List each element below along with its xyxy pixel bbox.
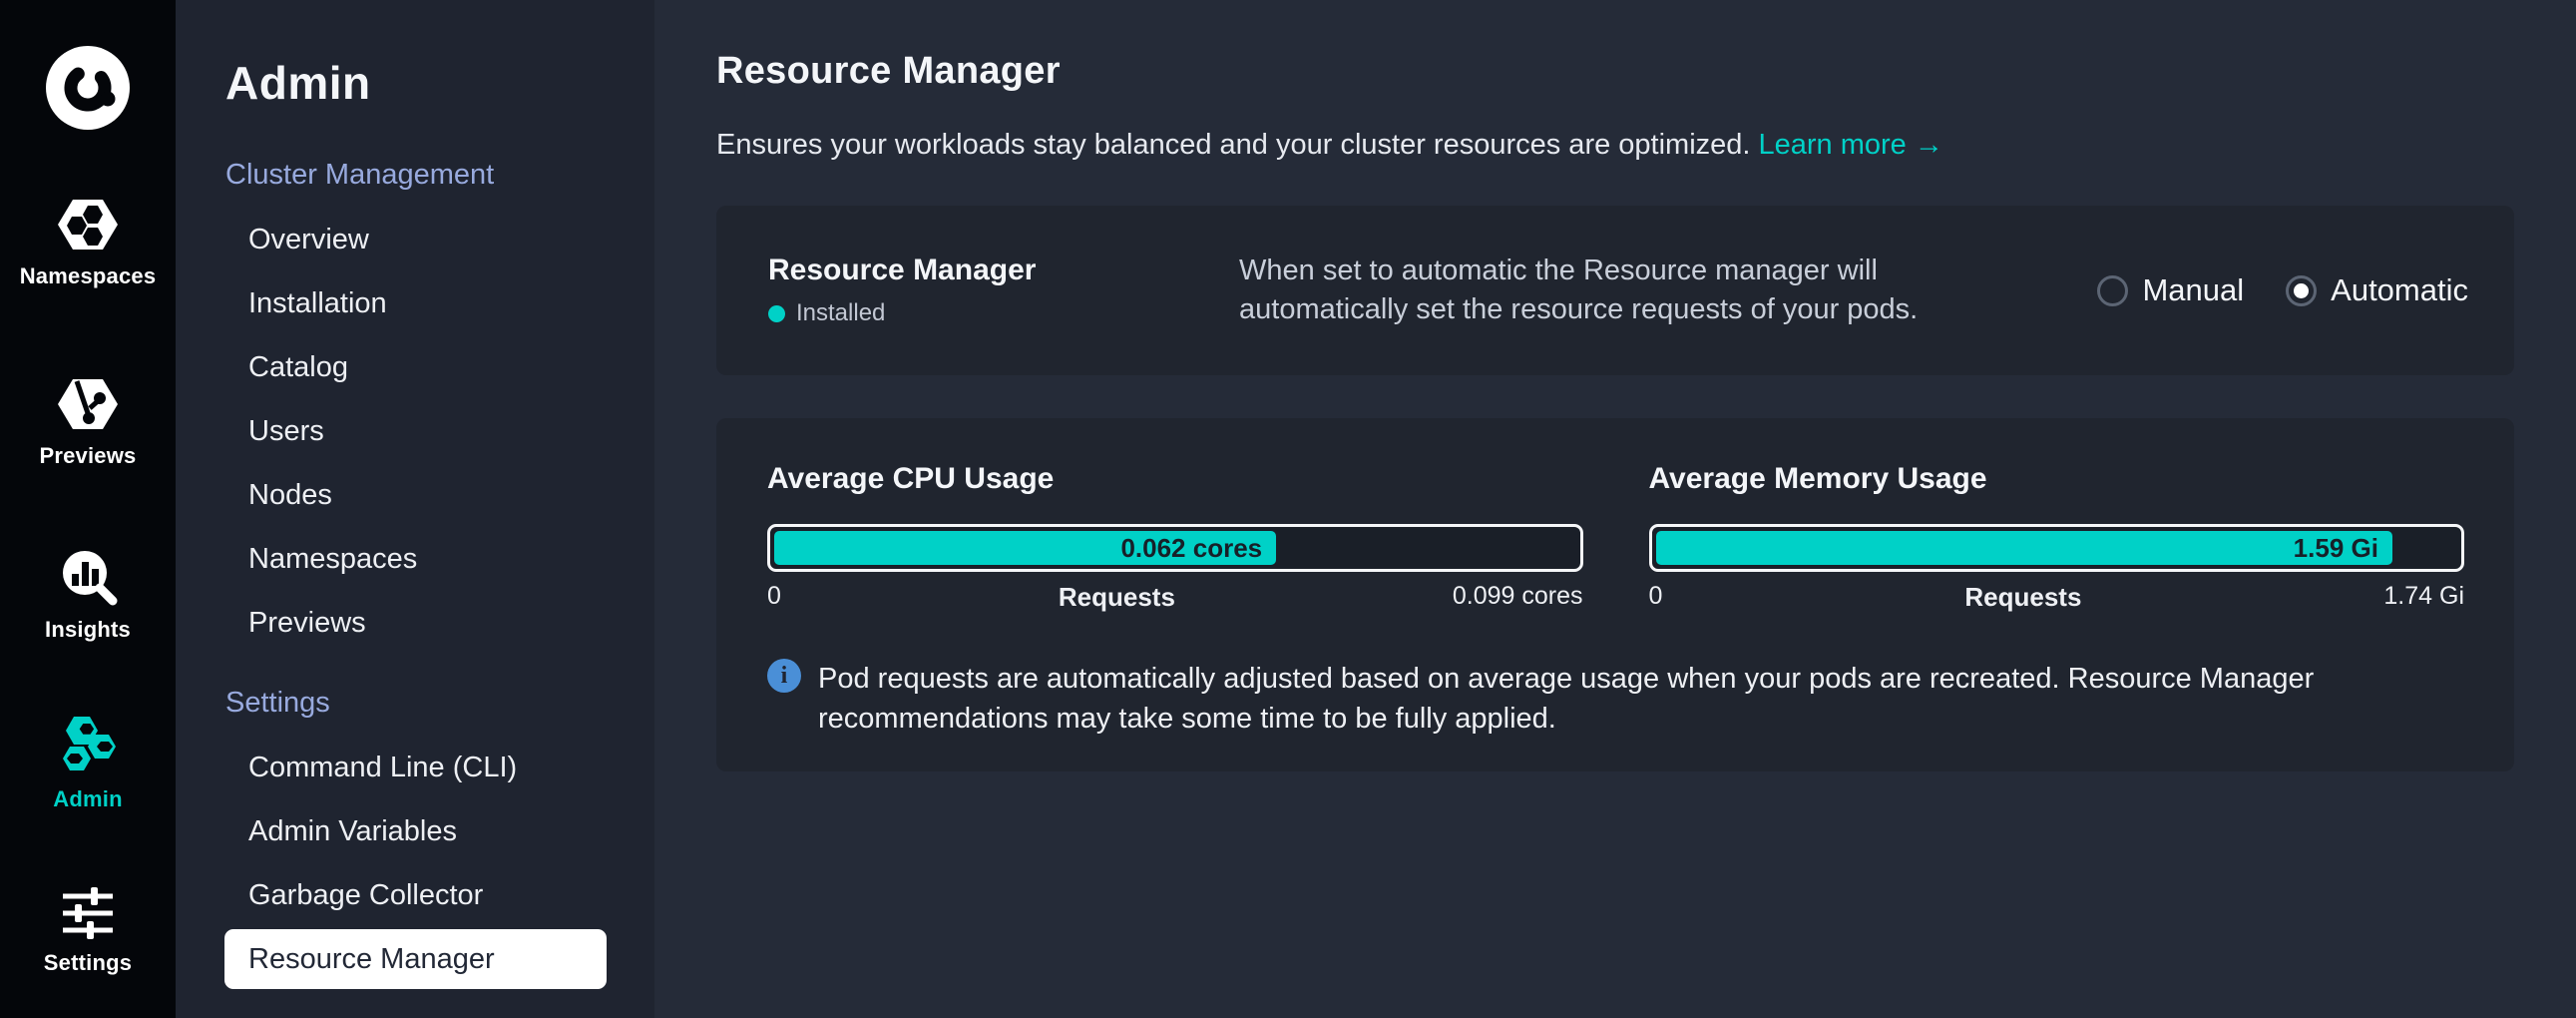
rail-label: Insights [45, 617, 131, 643]
resource-manager-settings-card: Resource Manager Installed When set to a… [716, 206, 2514, 375]
cpu-scale-requests: Requests [1059, 582, 1175, 613]
info-icon: i [767, 659, 801, 693]
status-label: Installed [796, 299, 885, 327]
manual-radio-label: Manual [2142, 272, 2244, 308]
memory-scale-min: 0 [1649, 582, 1663, 613]
nav-item-namespaces[interactable]: Namespaces [176, 527, 654, 591]
nav-section-settings: Settings [225, 687, 654, 720]
resource-manager-info: Resource Manager Installed [768, 254, 1239, 327]
nav-item-catalog[interactable]: Catalog [176, 335, 654, 399]
manual-radio-icon [2097, 275, 2128, 306]
nav-item-previews[interactable]: Previews [176, 591, 654, 655]
settings-sliders-icon [58, 886, 118, 940]
rail-item-previews[interactable]: Previews [0, 375, 176, 469]
cluster-management-list: Overview Installation Catalog Users Node… [176, 208, 654, 655]
cpu-scale-max: 0.099 cores [1453, 582, 1583, 613]
cpu-usage-scale: 0 Requests 0.099 cores [767, 582, 1583, 613]
settings-list: Command Line (CLI) Admin Variables Garba… [176, 736, 654, 989]
admin-sidebar: Admin Cluster Management Overview Instal… [176, 0, 654, 1018]
previews-icon [57, 375, 119, 433]
admin-sidebar-title: Admin [225, 56, 654, 110]
memory-scale-requests: Requests [1964, 582, 2081, 613]
status-dot [768, 305, 785, 322]
memory-usage-bar: 1.59 Gi [1649, 524, 2465, 572]
nav-item-command-line-cli[interactable]: Command Line (CLI) [176, 736, 654, 799]
main-panel: Resource Manager Ensures your workloads … [654, 0, 2576, 1018]
rail-item-insights[interactable]: Insights [0, 547, 176, 643]
info-note: i Pod requests are automatically adjuste… [767, 659, 2464, 739]
okteto-logo-icon [46, 46, 130, 130]
memory-usage-title: Average Memory Usage [1649, 462, 2465, 496]
nav-item-garbage-collector[interactable]: Garbage Collector [176, 863, 654, 927]
memory-usage-fill: 1.59 Gi [1656, 531, 2392, 565]
memory-scale-max: 1.74 Gi [2383, 582, 2464, 613]
memory-usage-scale: 0 Requests 1.74 Gi [1649, 582, 2465, 613]
cpu-usage-fill: 0.062 cores [774, 531, 1276, 565]
rail-item-settings[interactable]: Settings [0, 886, 176, 976]
cpu-usage-bar: 0.062 cores [767, 524, 1583, 572]
page-description: Ensures your workloads stay balanced and… [716, 129, 2514, 162]
rail-label: Admin [53, 786, 122, 812]
rail-item-namespaces[interactable]: Namespaces [0, 196, 176, 289]
nav-item-resource-manager[interactable]: Resource Manager [224, 929, 607, 989]
page-title: Resource Manager [716, 50, 2514, 93]
namespaces-icon [57, 196, 119, 254]
automatic-radio-icon [2286, 275, 2317, 306]
brand-logo[interactable] [0, 46, 176, 130]
card-title: Resource Manager [768, 254, 1239, 287]
icon-rail: Namespaces Previews Insights [0, 0, 176, 1018]
rail-item-admin[interactable]: Admin [0, 715, 176, 812]
rail-label: Previews [39, 443, 136, 469]
nav-item-admin-variables[interactable]: Admin Variables [176, 799, 654, 863]
memory-usage-meter: Average Memory Usage 1.59 Gi 0 Requests … [1649, 462, 2465, 613]
admin-icon [57, 715, 119, 776]
nav-section-cluster-management: Cluster Management [225, 159, 654, 192]
mode-radio-automatic[interactable]: Automatic [2286, 272, 2468, 308]
nav-item-overview[interactable]: Overview [176, 208, 654, 271]
insights-icon [57, 547, 119, 607]
learn-more-link[interactable]: Learn more → [1759, 129, 1943, 161]
cpu-scale-min: 0 [767, 582, 781, 613]
cpu-usage-meter: Average CPU Usage 0.062 cores 0 Requests… [767, 462, 1583, 613]
status-row: Installed [768, 299, 1239, 327]
usage-card: Average CPU Usage 0.062 cores 0 Requests… [716, 418, 2514, 771]
nav-item-nodes[interactable]: Nodes [176, 463, 654, 527]
nav-item-installation[interactable]: Installation [176, 271, 654, 335]
app-window: Namespaces Previews Insights [0, 0, 2576, 1018]
info-note-text: Pod requests are automatically adjusted … [818, 659, 2464, 739]
mode-radio-manual[interactable]: Manual [2097, 272, 2244, 308]
rail-label: Settings [44, 950, 132, 976]
rail-label: Namespaces [20, 263, 157, 289]
mode-description: When set to automatic the Resource manag… [1239, 252, 1987, 329]
nav-item-users[interactable]: Users [176, 399, 654, 463]
cpu-usage-title: Average CPU Usage [767, 462, 1583, 496]
page-description-text: Ensures your workloads stay balanced and… [716, 129, 1750, 161]
automatic-radio-label: Automatic [2331, 272, 2468, 308]
usage-meters: Average CPU Usage 0.062 cores 0 Requests… [767, 462, 2464, 613]
mode-radio-group: Manual Automatic [2097, 272, 2468, 308]
